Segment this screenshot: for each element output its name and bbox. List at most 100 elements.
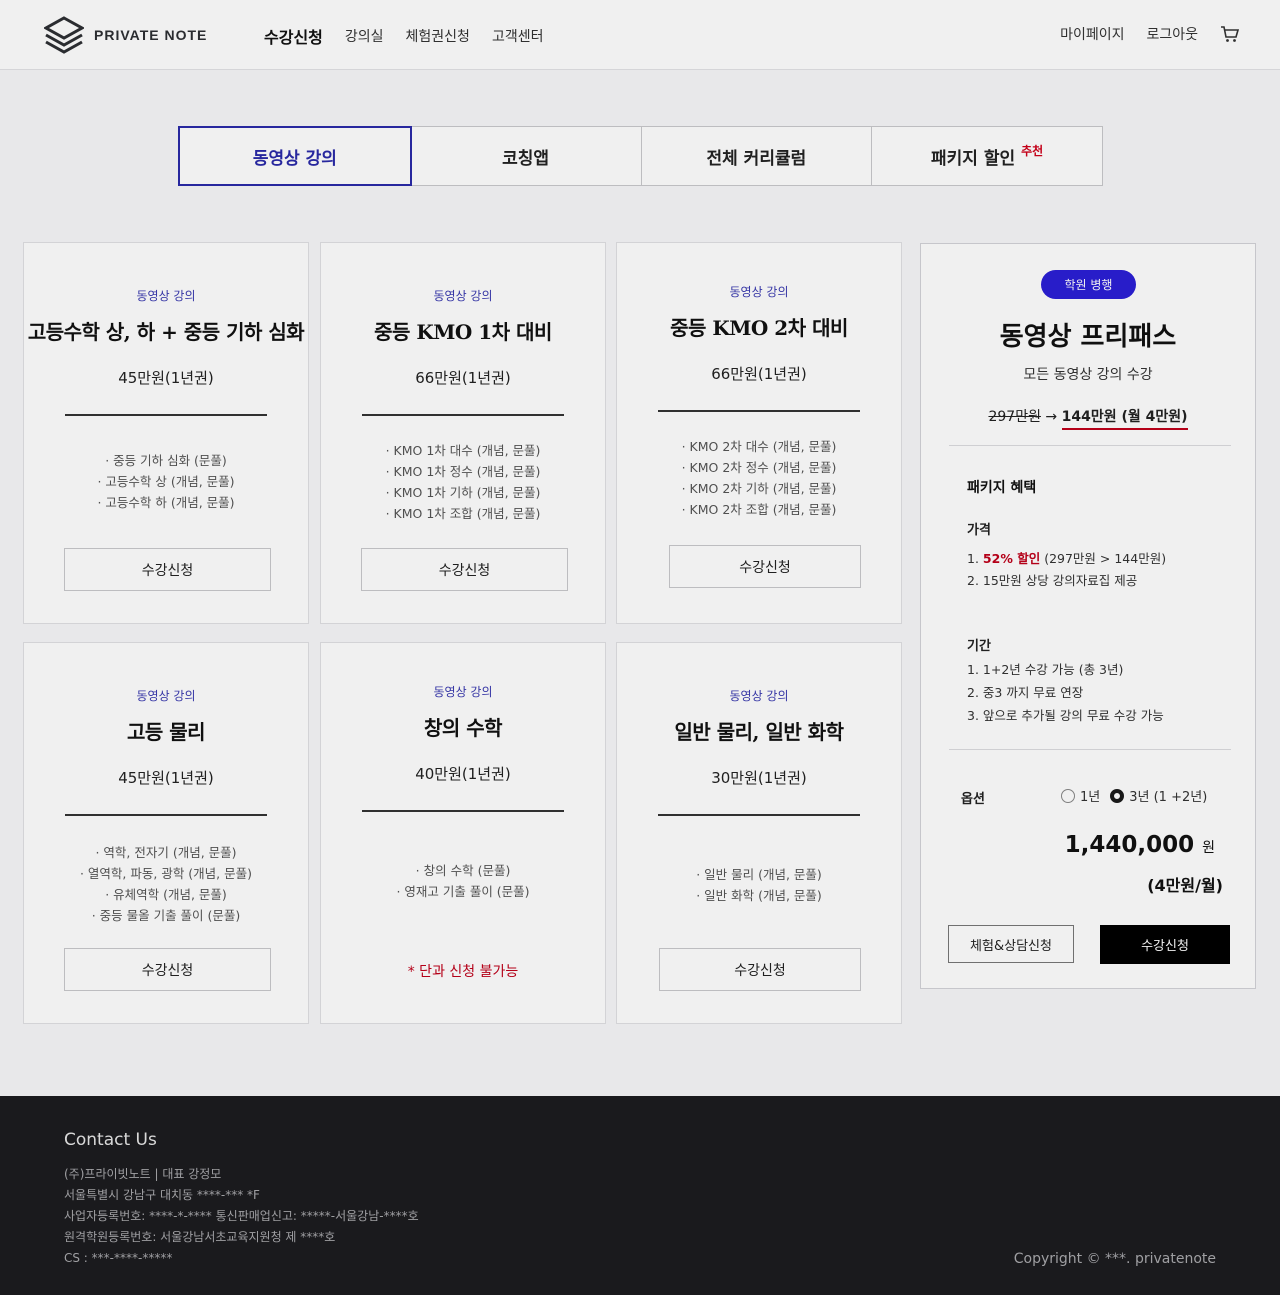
trial-consult-button[interactable]: 체험&상담신청 (948, 925, 1074, 963)
course-item: · 일반 화학 (개념, 문풀) (696, 888, 822, 903)
divider (65, 814, 267, 816)
course-category: 동영상 강의 (729, 285, 789, 299)
unavailable-notice: * 단과 신청 불가능 (407, 964, 519, 980)
info-line: 사업자등록번호: ****-*-**** 통신판매업신고: *****-서울강남… (64, 1209, 419, 1223)
academy-badge: 학원 병행 (1041, 270, 1136, 299)
course-item: · 역학, 전자기 (개념, 문풀) (95, 845, 237, 860)
course-item: · 창의 수학 (문풀) (415, 863, 511, 878)
course-item: · KMO 1차 기하 (개념, 문풀) (385, 485, 541, 500)
course-item: · 중등 기하 심화 (문풀) (105, 453, 227, 468)
course-price: 45만원(1년권) (118, 769, 214, 787)
cart-icon[interactable] (1220, 25, 1240, 43)
course-card: 동영상 강의 중등 KMO 1차 대비 66만원(1년권) · KMO 1차 대… (320, 242, 606, 624)
main-nav: 수강신청 강의실 체험권신청 고객센터 (264, 24, 543, 48)
period-benefits: 1. 1+2년 수강 가능 (총 3년) 2. 중3 까지 무료 연장 3. 앞… (967, 658, 1164, 727)
tab-curriculum[interactable]: 전체 커리큘럼 (642, 127, 873, 185)
apply-button[interactable]: 수강신청 (361, 548, 568, 591)
course-item: · KMO 2차 대수 (개념, 문풀) (681, 439, 837, 454)
total-amount: 1,440,000 (1064, 832, 1195, 858)
course-item: · 열역학, 파동, 광학 (개념, 문풀) (79, 866, 252, 881)
nav-support[interactable]: 고객센터 (492, 26, 544, 46)
course-category: 동영상 강의 (433, 685, 493, 699)
freepass-panel: 학원 병행 동영상 프리패스 모든 동영상 강의 수강 297만원 → 144만… (920, 243, 1256, 989)
benefit-num: 1. (967, 551, 979, 566)
benefit-item: 1. 52% 할인 (297만원 > 144만원) (967, 548, 1166, 570)
apply-button[interactable]: 수강신청 (1100, 925, 1230, 964)
nav-logout[interactable]: 로그아웃 (1146, 24, 1198, 44)
currency: 원 (1202, 840, 1215, 856)
course-items: · 역학, 전자기 (개념, 문풀) · 열역학, 파동, 광학 (개념, 문풀… (24, 842, 308, 926)
course-items: · 중등 기하 심화 (문풀) · 고등수학 상 (개념, 문풀) · 고등수학… (24, 450, 308, 513)
footer-title: Contact Us (64, 1130, 157, 1150)
course-card: 동영상 강의 일반 물리, 일반 화학 30만원(1년권) · 일반 물리 (개… (616, 642, 902, 1024)
course-item: · 유체역학 (개념, 문풀) (105, 887, 227, 902)
course-category: 동영상 강의 (433, 289, 493, 303)
course-price: 40만원(1년권) (415, 765, 511, 783)
option-3year[interactable]: 3년 (1 +2년) (1110, 786, 1207, 805)
course-price: 45만원(1년권) (118, 369, 214, 387)
course-card: 동영상 강의 고등 물리 45만원(1년권) · 역학, 전자기 (개념, 문풀… (23, 642, 309, 1024)
course-item: · 중등 물올 기출 풀이 (문풀) (91, 908, 241, 923)
course-item: · 고등수학 상 (개념, 문풀) (97, 474, 235, 489)
tab-package[interactable]: 패키지 할인 추천 (872, 127, 1102, 185)
period-item: 3. 앞으로 추가될 강의 무료 수강 가능 (967, 708, 1164, 723)
nav-trial[interactable]: 체험권신청 (406, 26, 470, 46)
course-title: 중등 KMO 1차 대비 (374, 320, 552, 344)
divider (65, 414, 267, 416)
option-1year[interactable]: 1년 (1061, 786, 1100, 805)
tab-coaching-app[interactable]: 코칭앱 (411, 127, 642, 185)
divider (658, 814, 860, 816)
course-item: · 고등수학 하 (개념, 문풀) (97, 495, 235, 510)
recommend-badge: 추천 (1021, 143, 1044, 158)
package-title: 동영상 프리패스 (999, 322, 1177, 352)
divider (362, 414, 564, 416)
course-card: 동영상 강의 고등수학 상, 하 + 중등 기하 심화 45만원(1년권) · … (23, 242, 309, 624)
benefit-item: 2. 15만원 상당 강의자료집 제공 (967, 573, 1138, 588)
arrow-icon: → (1045, 409, 1058, 425)
logo-text: PRIVATE NOTE (94, 27, 208, 43)
course-item: · 일반 물리 (개념, 문풀) (696, 867, 822, 882)
divider (362, 810, 564, 812)
period-item: 2. 중3 까지 무료 연장 (967, 685, 1084, 700)
nav-classroom[interactable]: 강의실 (345, 26, 384, 46)
nav-mypage[interactable]: 마이페이지 (1060, 24, 1124, 44)
price-benefits: 1. 52% 할인 (297만원 > 144만원) 2. 15만원 상당 강의자… (967, 548, 1166, 592)
discount-rate: 52% 할인 (982, 551, 1041, 566)
course-items: · 일반 물리 (개념, 문풀) · 일반 화학 (개념, 문풀) (617, 864, 901, 906)
old-price: 297만원 (988, 409, 1041, 425)
option-text: 1년 (1080, 790, 1101, 805)
course-item: · 영재고 기출 풀이 (문풀) (396, 884, 530, 899)
option-text: 3년 (1 +2년) (1129, 790, 1208, 805)
nav-apply[interactable]: 수강신청 (264, 24, 323, 48)
tab-label: 전체 커리큘럼 (706, 148, 807, 169)
course-title: 고등수학 상, 하 + 중등 기하 심화 (27, 320, 305, 344)
course-card: 동영상 강의 중등 KMO 2차 대비 66만원(1년권) · KMO 2차 대… (616, 242, 902, 624)
apply-button[interactable]: 수강신청 (669, 545, 861, 588)
info-line: 서울특별시 강남구 대치동 ****-*** *F (64, 1188, 260, 1202)
radio-button[interactable] (1110, 788, 1125, 803)
benefit-detail: (297만원 > 144만원) (1044, 551, 1167, 566)
footer: Contact Us (주)프라이빗노트 | 대표 강정모 서울특별시 강남구 … (0, 1096, 1280, 1295)
course-price: 30만원(1년권) (711, 769, 807, 787)
package-subtitle: 모든 동영상 강의 수강 (1023, 367, 1153, 383)
course-title: 고등 물리 (126, 720, 206, 744)
course-item: · KMO 2차 기하 (개념, 문풀) (681, 481, 837, 496)
period-item: 1. 1+2년 수강 가능 (총 3년) (967, 662, 1124, 677)
course-items: · KMO 1차 대수 (개념, 문풀) · KMO 1차 정수 (개념, 문풀… (321, 440, 605, 524)
apply-button[interactable]: 수강신청 (64, 548, 271, 591)
tab-video[interactable]: 동영상 강의 (178, 126, 412, 186)
course-item: · KMO 1차 조합 (개념, 문풀) (385, 506, 541, 521)
new-price: 144만원 (월 4만원) (1061, 409, 1188, 430)
copyright: Copyright © ***. privatenote (1013, 1251, 1216, 1267)
course-items: · KMO 2차 대수 (개념, 문풀) · KMO 2차 정수 (개념, 문풀… (617, 436, 901, 520)
apply-button[interactable]: 수강신청 (64, 948, 271, 991)
logo-icon (44, 16, 84, 54)
radio-button[interactable] (1061, 788, 1075, 803)
period-label: 기간 (967, 639, 991, 654)
course-title: 창의 수학 (423, 716, 503, 740)
apply-button[interactable]: 수강신청 (659, 948, 861, 991)
course-category: 동영상 강의 (136, 289, 196, 303)
logo[interactable]: PRIVATE NOTE (44, 16, 207, 54)
info-line: (주)프라이빗노트 | 대표 강정모 (64, 1167, 222, 1181)
tab-label: 코칭앱 (502, 148, 550, 169)
